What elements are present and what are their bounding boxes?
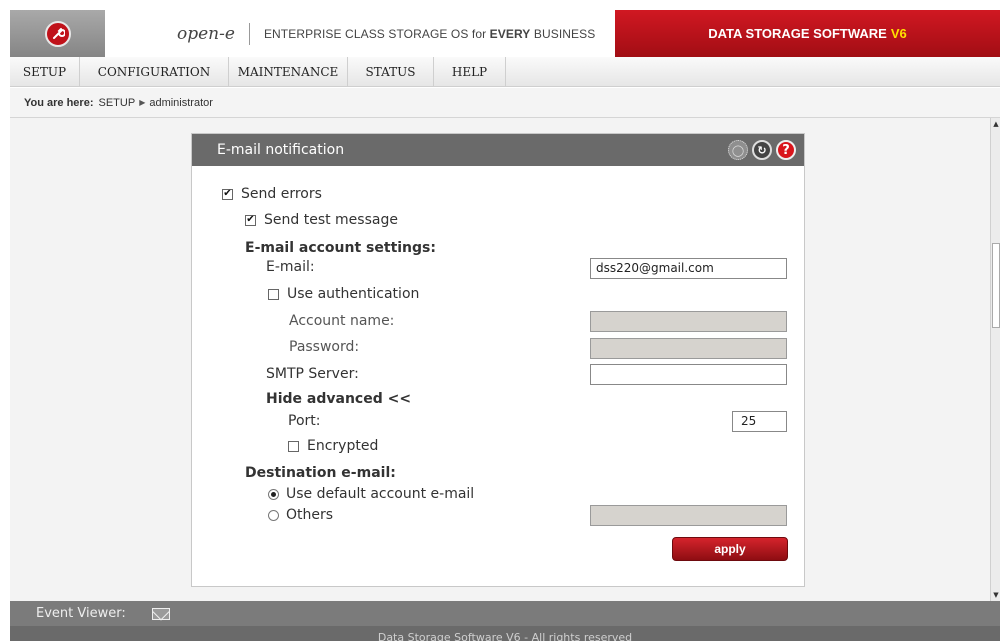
mail-icon[interactable] [151, 607, 170, 620]
email-label: E-mail: [266, 259, 315, 275]
breadcrumb-item-setup[interactable]: SETUP [99, 97, 136, 109]
breadcrumb-prefix: You are here: [24, 96, 94, 109]
send-test-label: Send test message [264, 212, 398, 228]
use-auth-checkbox[interactable] [268, 288, 279, 300]
account-name-field [590, 311, 787, 332]
send-test-row[interactable]: ✔ Send test message [245, 212, 398, 228]
password-field [590, 338, 787, 359]
options-icon[interactable]: ◯ [728, 140, 748, 160]
product-version: V6 [890, 26, 907, 41]
port-field[interactable]: 25 [732, 411, 787, 432]
chevron-right-icon: ▶ [139, 98, 146, 107]
password-label: Password: [289, 339, 360, 355]
use-auth-label: Use authentication [287, 286, 420, 302]
menu-help[interactable]: HELP [434, 57, 506, 87]
menu-configuration[interactable]: CONFIGURATION [80, 57, 229, 87]
breadcrumb-item-administrator[interactable]: administrator [149, 97, 213, 109]
help-icon[interactable]: ? [776, 140, 796, 160]
brand-separator [248, 22, 250, 45]
event-viewer-label: Event Viewer: [36, 606, 126, 621]
send-errors-checkbox[interactable]: ✔ [222, 188, 233, 200]
scroll-down-icon[interactable]: ▼ [991, 589, 1000, 601]
dest-default-row[interactable]: Use default account e-mail [268, 486, 474, 502]
scroll-thumb[interactable] [992, 243, 1000, 328]
send-errors-row[interactable]: ✔ Send errors [222, 186, 322, 202]
breadcrumb: You are here: SETUP ▶ administrator [10, 88, 1000, 118]
account-settings-heading: E-mail account settings: [245, 240, 436, 256]
menu-setup[interactable]: SETUP [10, 57, 80, 87]
panel-header: E-mail notification ◯ ↻ ? [192, 134, 804, 166]
send-errors-label: Send errors [241, 186, 322, 202]
menu-maintenance[interactable]: MAINTENANCE [229, 57, 348, 87]
brand-name: open-e [177, 23, 235, 44]
hide-advanced-link[interactable]: Hide advanced << [266, 391, 411, 407]
encrypted-row[interactable]: Encrypted [288, 438, 378, 454]
use-auth-row[interactable]: Use authentication [268, 286, 419, 302]
event-viewer-bar: Event Viewer: [10, 601, 1000, 626]
logo-block[interactable] [10, 10, 105, 57]
brand-block: open-e ENTERPRISE CLASS STORAGE OS for E… [105, 10, 615, 57]
encrypted-checkbox[interactable] [288, 440, 299, 452]
dest-others-label: Others [286, 507, 334, 523]
dest-others-row[interactable]: Others [268, 507, 333, 523]
port-label: Port: [288, 413, 321, 429]
main-menu: SETUP CONFIGURATION MAINTENANCE STATUS H… [10, 57, 1000, 87]
copyright-bar: Data Storage Software V6 - All rights re… [10, 626, 1000, 641]
dest-default-radio[interactable] [268, 488, 279, 500]
dest-others-field [590, 505, 787, 526]
account-name-label: Account name: [289, 313, 395, 329]
destination-heading: Destination e-mail: [245, 465, 396, 481]
brand-tagline: ENTERPRISE CLASS STORAGE OS for EVERY BU… [263, 26, 596, 41]
wrench-icon [44, 20, 71, 47]
product-title: DATA STORAGE SOFTWARE V6 [615, 10, 1000, 57]
scroll-up-icon[interactable]: ▲ [991, 118, 1000, 130]
top-strip [0, 0, 1000, 10]
apply-button[interactable]: apply [672, 537, 788, 561]
smtp-label: SMTP Server: [266, 366, 359, 382]
refresh-icon[interactable]: ↻ [752, 140, 772, 160]
dest-others-radio[interactable] [268, 509, 279, 521]
menu-status[interactable]: STATUS [348, 57, 434, 87]
dest-default-label: Use default account e-mail [286, 486, 475, 502]
vertical-scrollbar[interactable]: ▲ ▼ [990, 118, 1000, 601]
smtp-server-field[interactable] [590, 364, 787, 385]
encrypted-label: Encrypted [307, 438, 379, 454]
email-field[interactable]: dss220@gmail.com [590, 258, 787, 279]
app-header: open-e ENTERPRISE CLASS STORAGE OS for E… [10, 10, 1000, 57]
panel-title: E-mail notification [217, 142, 345, 158]
send-test-checkbox[interactable]: ✔ [245, 214, 256, 226]
